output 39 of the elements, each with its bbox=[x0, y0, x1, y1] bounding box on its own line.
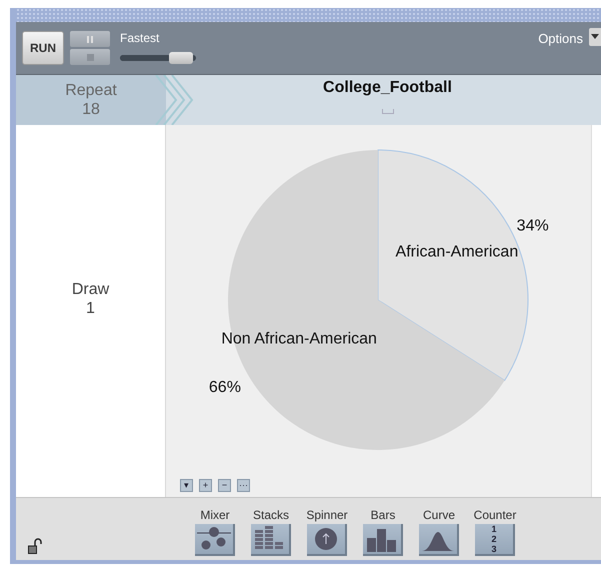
percent-label: 66% bbox=[208, 378, 241, 396]
options-menu[interactable]: Options bbox=[538, 31, 583, 46]
counter-icon[interactable]: 1 2 3 bbox=[475, 524, 515, 556]
zoom-button[interactable]: − bbox=[218, 479, 231, 492]
dropdown-button[interactable] bbox=[589, 28, 601, 46]
spinner-icon[interactable] bbox=[307, 524, 347, 556]
repeat-count: 18 bbox=[82, 100, 100, 119]
caret-icon bbox=[591, 34, 599, 40]
slice-label: Non African-American bbox=[221, 330, 377, 348]
counter-digit: 1 bbox=[491, 524, 496, 534]
stacks-icon[interactable] bbox=[251, 524, 291, 556]
zoom-button[interactable]: ··· bbox=[237, 479, 250, 492]
device-label: Mixer bbox=[200, 508, 230, 522]
counter-digit: 3 bbox=[491, 544, 496, 554]
slice-label: African-American bbox=[396, 244, 518, 261]
bars-icon[interactable] bbox=[363, 524, 403, 556]
run-button[interactable]: RUN bbox=[22, 31, 64, 65]
draw-count: 1 bbox=[86, 299, 95, 318]
draw-label: Draw bbox=[72, 280, 110, 299]
device-label: Bars bbox=[370, 508, 396, 522]
zoom-button[interactable]: ▾ bbox=[180, 479, 193, 492]
pause-button[interactable] bbox=[70, 31, 110, 47]
device-label: Stacks bbox=[252, 508, 289, 522]
device-label: Counter bbox=[474, 508, 516, 522]
repeat-label: Repeat bbox=[65, 81, 117, 100]
zoom-button[interactable]: + bbox=[199, 479, 212, 492]
unlock-icon[interactable] bbox=[28, 538, 42, 554]
slider-thumb[interactable] bbox=[168, 52, 193, 64]
speed-slider[interactable] bbox=[120, 51, 196, 65]
mixer-icon[interactable] bbox=[195, 524, 235, 556]
curve-icon[interactable] bbox=[419, 524, 459, 556]
device-label: Curve bbox=[422, 508, 455, 522]
chevron-icon bbox=[154, 75, 194, 125]
percent-label: 34% bbox=[516, 218, 549, 235]
counter-digit: 2 bbox=[491, 534, 496, 544]
model-title: College_Football bbox=[323, 79, 452, 97]
handle-icon[interactable] bbox=[382, 109, 394, 114]
speed-label: Fastest bbox=[120, 31, 160, 45]
device-label: Spinner bbox=[306, 508, 348, 522]
